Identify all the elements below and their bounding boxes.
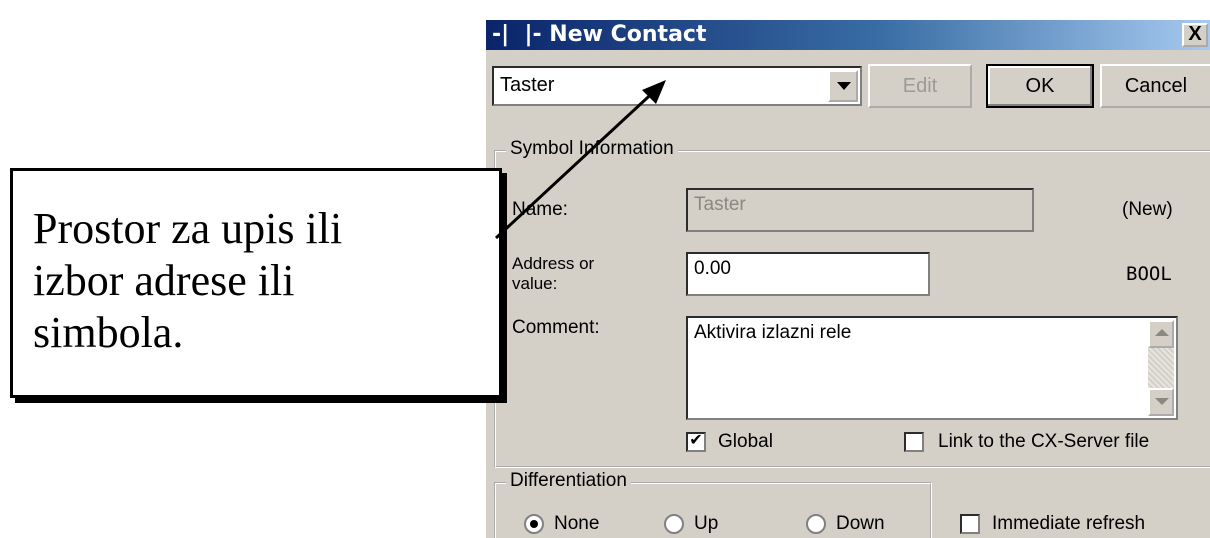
callout-arrow-line <box>494 84 662 240</box>
callout-arrows <box>494 80 666 240</box>
